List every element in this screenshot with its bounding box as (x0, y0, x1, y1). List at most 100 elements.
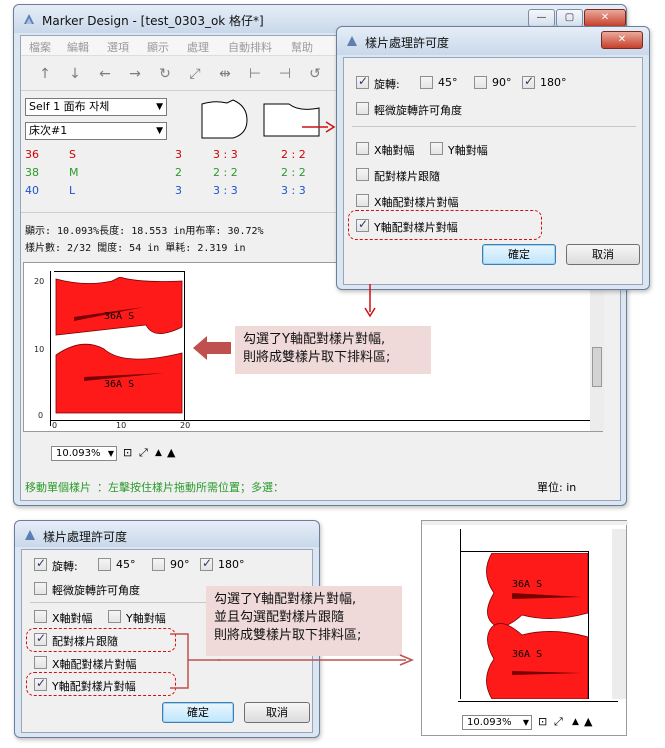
zoom-select[interactable]: 10.093% ▼ (51, 446, 117, 461)
flip-vertical-icon[interactable]: ⤢ (185, 65, 205, 83)
move-left-icon[interactable]: ← (95, 65, 115, 83)
menu-file[interactable]: 檔案 (29, 39, 51, 55)
x-pair-align-checkbox[interactable] (34, 656, 47, 669)
pair-follow-label: 配對樣片跟隨 (374, 170, 440, 183)
menu-process[interactable]: 處理 (187, 39, 209, 55)
x-pair-align-label: X軸配對樣片對幅 (52, 658, 137, 671)
y-align-label: Y軸對幅 (126, 612, 166, 625)
pair-follow-checkbox[interactable] (356, 168, 369, 181)
deg180-label: 180° (540, 76, 567, 89)
scroll-thumb[interactable] (592, 347, 602, 387)
mountain-small-icon[interactable]: ▲ (572, 717, 579, 727)
piece-label: 36A S (104, 311, 135, 322)
x-align-label: X軸對幅 (374, 144, 415, 157)
preview-pieces[interactable] (462, 553, 588, 699)
stats-line-1: 顯示: 10.093%長度: 18.553 in用布率: 30.72% (25, 226, 264, 237)
deg90-checkbox[interactable] (152, 558, 165, 571)
y-align-checkbox[interactable] (108, 610, 121, 623)
status-hint: 移動單個樣片 (25, 481, 91, 494)
zoom-select[interactable]: 10.093% ▼ (462, 715, 532, 730)
size-num: 38 (25, 166, 39, 179)
fit-icon[interactable]: ⊡ (123, 446, 132, 459)
deg45-label: 45° (116, 558, 136, 571)
vertical-scrollbar[interactable] (612, 529, 626, 699)
deg90-label: 90° (492, 76, 512, 89)
deg90-checkbox[interactable] (474, 76, 487, 89)
bed-select[interactable]: 床次#1 ▼ (25, 122, 167, 140)
app-icon (25, 530, 35, 540)
ok-button[interactable]: 確定 (482, 244, 556, 265)
menu-auto-marker[interactable]: 自動排料 (228, 39, 272, 55)
menu-edit[interactable]: 編輯 (67, 39, 89, 55)
size-name: L (69, 184, 76, 197)
expand-icon[interactable]: ⤢ (554, 715, 563, 729)
divider (30, 602, 220, 603)
ok-button[interactable]: 確定 (162, 702, 234, 723)
fabric-select[interactable]: Self 1 面布 자체 ▼ (25, 98, 167, 116)
size-ratio-a: 2 : 2 (213, 166, 238, 179)
x-align-checkbox[interactable] (356, 142, 369, 155)
fit-icon[interactable]: ⊡ (538, 715, 547, 728)
dialog-titlebar[interactable]: 樣片處理許可度 (15, 521, 319, 547)
cancel-button[interactable]: 取消 (566, 244, 640, 265)
y-align-checkbox[interactable] (430, 142, 443, 155)
x-align-checkbox[interactable] (34, 610, 47, 623)
h-tick-label: 20 (180, 421, 191, 430)
status-unit: 單位: in (537, 481, 577, 494)
marker-pieces[interactable] (54, 277, 184, 417)
callout-bottom-line-2: 並且勾選配對樣片跟隨 (214, 610, 345, 625)
v-tick-label: 20 (34, 277, 45, 286)
size-name: M (69, 166, 79, 179)
menu-help[interactable]: 幫助 (291, 39, 313, 55)
slight-rotation-checkbox[interactable] (356, 102, 369, 115)
rotate-checkbox[interactable] (34, 556, 47, 571)
fabric-top-edge (54, 271, 184, 272)
align-left-icon[interactable]: ⊢ (245, 65, 265, 83)
mountain-small-icon[interactable]: ▲ (155, 448, 162, 458)
close-button[interactable]: ✕ (584, 9, 626, 27)
align-right-icon[interactable]: ⊣ (275, 65, 295, 83)
deg45-checkbox[interactable] (98, 558, 111, 571)
deg180-checkbox[interactable] (200, 556, 213, 571)
move-down-icon[interactable]: ↓ (65, 65, 85, 83)
slight-rotation-checkbox[interactable] (34, 582, 47, 595)
y-pair-align-checkbox[interactable] (356, 217, 369, 232)
zoom-value: 10.093% (467, 717, 512, 728)
main-window-title: Marker Design - [test_0303_ok 格仔*] (42, 14, 264, 28)
rotate-label: 旋轉: (374, 78, 400, 91)
bed-select-value: 床次#1 (29, 124, 68, 137)
menu-view[interactable]: 顯示 (147, 39, 169, 55)
deg90-label: 90° (170, 558, 190, 571)
deg180-label: 180° (218, 558, 245, 571)
callout-bottom: 勾選了Y軸配對樣片對幅, 並且勾選配對樣片跟隨 則將成雙樣片取下排料區; (206, 586, 402, 656)
fabric-select-value: Self 1 面布 자체 (29, 100, 110, 113)
vertical-ruler: 20 10 0 (24, 263, 54, 431)
rotate-icon[interactable]: ↻ (155, 65, 175, 83)
expand-icon[interactable]: ⤢ (139, 446, 148, 460)
rotate-checkbox[interactable] (356, 74, 369, 89)
menu-options[interactable]: 選項 (107, 39, 129, 55)
pair-follow-checkbox[interactable] (34, 631, 47, 646)
maximize-button[interactable]: ▢ (556, 9, 583, 27)
deg45-checkbox[interactable] (420, 76, 433, 89)
size-qty: 2 (175, 166, 182, 179)
cancel-button[interactable]: 取消 (244, 702, 310, 723)
minimize-button[interactable]: — (528, 9, 555, 27)
size-ratio-b: 3 : 3 (281, 184, 306, 197)
fabric-end-line (588, 551, 589, 699)
move-right-icon[interactable]: → (125, 65, 145, 83)
pair-rotate-icon[interactable]: ↺ (305, 65, 325, 83)
dialog-close-button[interactable]: ✕ (601, 31, 643, 49)
x-pair-align-checkbox[interactable] (356, 194, 369, 207)
deg180-checkbox[interactable] (522, 74, 535, 89)
piece-thumbnail-front[interactable] (199, 98, 251, 140)
flip-horizontal-icon[interactable]: ⇹ (215, 65, 235, 83)
dialog-titlebar[interactable]: 樣片處理許可度 ✕ (337, 27, 649, 55)
pointer-arrow-icon (302, 121, 336, 133)
mountain-large-icon[interactable]: ▲ (584, 715, 592, 728)
slight-rotation-label: 輕微旋轉許可角度 (52, 584, 140, 597)
move-up-icon[interactable]: ↑ (35, 65, 55, 83)
mountain-large-icon[interactable]: ▲ (167, 446, 175, 459)
size-ratio-b: 2 : 2 (281, 166, 306, 179)
y-pair-align-checkbox[interactable] (34, 676, 47, 691)
